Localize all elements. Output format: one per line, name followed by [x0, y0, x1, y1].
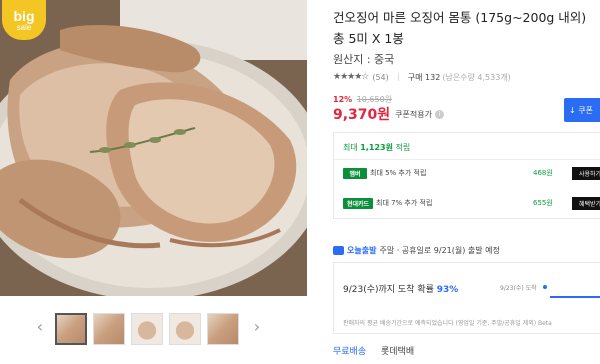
product-gallery: big sale ‹ › [0, 0, 307, 364]
points-header-suffix: 적립 [392, 143, 411, 152]
points-row-amount: 655원 [533, 199, 553, 207]
final-price: 9,370원 [333, 107, 391, 123]
delivery-estimate-box: 9/23(수)까지 도착 확률 93% 9/23(수) 도착 판매자의 평균 배… [333, 262, 600, 334]
get-benefit-button[interactable]: 혜택받기 [572, 196, 600, 210]
purchase-count: 구매 132 [407, 72, 441, 82]
badge-line2: sale [16, 22, 32, 32]
points-row-member: 멤버 최대 5% 추가 적립 468원 사용하기 [343, 166, 600, 180]
points-row-desc: 최대 7% 추가 적립 [376, 199, 433, 207]
thumbnail-2[interactable] [93, 313, 125, 345]
discount-percent: 12% [333, 95, 353, 104]
arrival-probability: 9/23(수)까지 도착 확률 93% [343, 282, 458, 295]
use-points-button[interactable]: 사용하기 [572, 166, 600, 180]
rating-row: ★★★★☆ (54) 구매 132 (남은수량 4,533개) [333, 71, 511, 83]
final-price-row: 9,370원 쿠폰적용가 i [333, 104, 444, 124]
chevron-right-icon[interactable]: › [249, 317, 265, 336]
points-box: 최대 1,123원 적립 멤버 최대 5% 추가 적립 468원 사용하기 현대… [333, 132, 600, 219]
big-sale-badge: big sale [2, 0, 46, 40]
delivery-track: 9/23(수) 도착 [500, 282, 600, 298]
star-rating-icon[interactable]: ★★★★☆ [333, 72, 369, 82]
info-icon[interactable]: i [434, 109, 444, 119]
delivery-note: 판매자의 평균 배송기간으로 예측되었습니다 (영업일 기준, 주말/공휴일 제… [343, 320, 552, 327]
thumbnail-1[interactable] [55, 313, 87, 345]
thumbnail-5[interactable] [207, 313, 239, 345]
free-shipping-label: 무료배송 [333, 347, 367, 357]
points-header: 최대 1,123원 적립 [343, 142, 410, 153]
delivery-header: 오늘출발 주말 · 공휴일로 9/21(월) 출발 예정 [333, 245, 500, 256]
arrival-text: 9/23(수)까지 도착 확률 [343, 285, 437, 295]
stock-remaining: (남은수량 4,533개) [442, 72, 511, 82]
product-details: 건오징어 마른 오징어 몸통 (175g~200g 내외) 총 5미 X 1봉 … [333, 0, 600, 364]
shipping-row: 무료배송 롯데택배 [333, 344, 414, 357]
badge-line1: big [13, 7, 35, 24]
member-card-logo: 멤버 [343, 167, 367, 179]
original-price: 10,650원 [356, 95, 393, 104]
divider [334, 159, 600, 160]
product-main-image[interactable]: big sale [0, 0, 307, 296]
truck-icon [333, 246, 344, 255]
points-row-hyundai: 현대카드 최대 7% 추가 적립 655원 혜택받기 [343, 196, 600, 210]
track-label: 9/23(수) 도착 [500, 285, 537, 292]
thumbnail-3[interactable] [131, 313, 163, 345]
today-shipping-label: 오늘출발 [347, 246, 377, 255]
track-bar [550, 296, 600, 298]
divider [397, 73, 399, 81]
track-dot [543, 285, 547, 289]
coupon-download-button[interactable]: ↓ 쿠폰 [564, 98, 600, 122]
carrier-name: 롯데택배 [381, 347, 415, 357]
thumbnail-4[interactable] [169, 313, 201, 345]
hyundai-card-logo: 현대카드 [343, 197, 373, 209]
points-row-desc: 최대 5% 추가 적립 [370, 169, 427, 177]
thumbnail-strip: ‹ › [0, 309, 307, 349]
points-header-amount: 1,123원 [360, 143, 393, 152]
points-row-amount: 468원 [533, 169, 553, 177]
coupon-price-label: 쿠폰적용가 [395, 109, 432, 119]
dried-squid-photo [0, 0, 307, 296]
product-title: 건오징어 마른 오징어 몸통 (175g~200g 내외) 총 5미 X 1봉 [333, 10, 587, 46]
review-count[interactable]: (54) [372, 73, 388, 82]
shipping-schedule: 주말 · 공휴일로 9/21(월) 출발 예정 [379, 246, 500, 255]
chevron-left-icon[interactable]: ‹ [32, 317, 48, 336]
points-header-prefix: 최대 [343, 143, 361, 152]
arrival-percent: 93% [436, 285, 459, 295]
product-origin: 원산지 : 중국 [333, 53, 395, 66]
